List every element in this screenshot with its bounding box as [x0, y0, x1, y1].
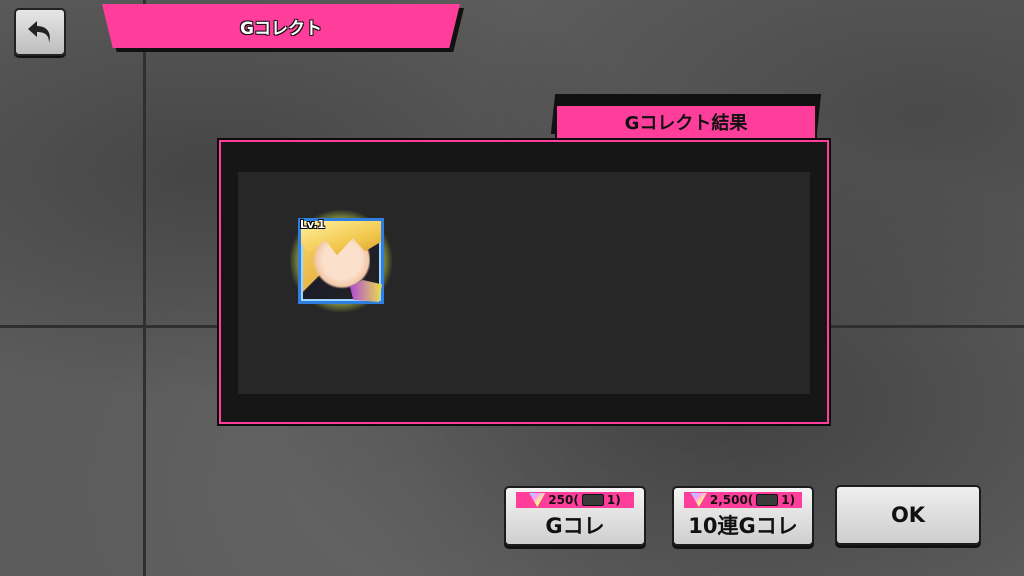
single-ticket-value: 1)	[606, 493, 621, 507]
ten-cost-value: 2,500(	[709, 493, 754, 507]
gem-icon	[690, 493, 707, 507]
back-button[interactable]	[14, 8, 66, 56]
ticket-icon	[581, 494, 604, 506]
result-card[interactable]: Lv.1	[290, 210, 392, 312]
background-seam-vertical	[143, 0, 146, 576]
back-arrow-icon	[28, 21, 50, 43]
page-title: Gコレクト	[240, 18, 322, 39]
result-grid: Lv.1	[238, 172, 810, 394]
card-level: Lv.1	[300, 218, 326, 231]
ticket-icon	[756, 494, 779, 506]
single-gacha-button[interactable]: 250( 1) Gコレ	[504, 486, 646, 546]
gem-icon	[529, 493, 546, 507]
ten-ticket-value: 1)	[781, 493, 796, 507]
result-tab: Gコレクト結果	[549, 94, 822, 140]
title-banner: Gコレクト	[102, 4, 464, 52]
single-cost-value: 250(	[548, 493, 579, 507]
ten-gacha-button[interactable]: 2,500( 1) 10連Gコレ	[672, 486, 814, 546]
ten-gacha-label: 10連Gコレ	[688, 514, 798, 538]
single-gacha-label: Gコレ	[545, 514, 605, 538]
result-tab-label: Gコレクト結果	[624, 113, 748, 134]
ten-cost: 2,500( 1)	[684, 492, 802, 508]
result-panel: Lv.1	[219, 140, 829, 424]
single-cost: 250( 1)	[516, 492, 634, 508]
ok-label: OK	[890, 503, 926, 527]
ok-button[interactable]: OK	[835, 485, 981, 545]
